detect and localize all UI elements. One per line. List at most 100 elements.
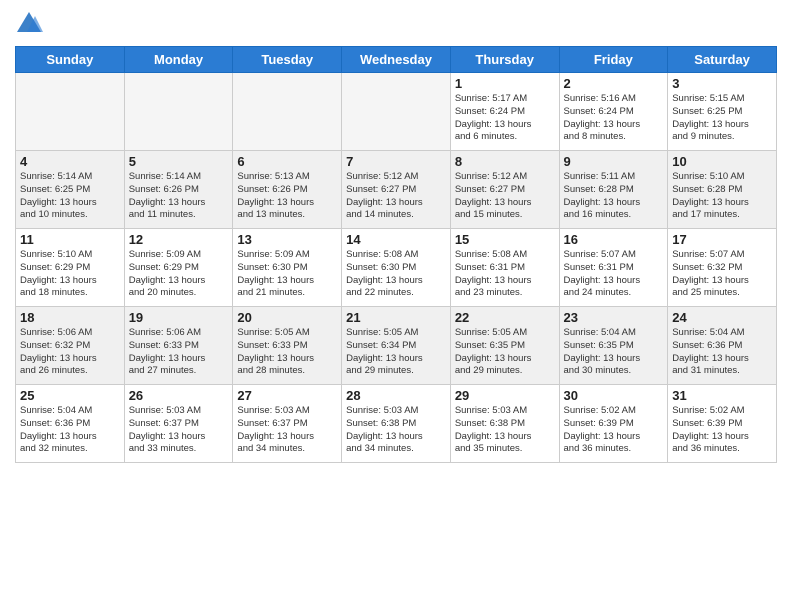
day-header-friday: Friday <box>559 47 668 73</box>
day-number: 7 <box>346 154 446 169</box>
day-header-thursday: Thursday <box>450 47 559 73</box>
cell-sun-info: Sunrise: 5:10 AM Sunset: 6:29 PM Dayligh… <box>20 249 120 300</box>
cal-cell-18: 18Sunrise: 5:06 AM Sunset: 6:32 PM Dayli… <box>16 307 125 385</box>
day-number: 3 <box>672 76 772 91</box>
cell-sun-info: Sunrise: 5:14 AM Sunset: 6:26 PM Dayligh… <box>129 171 229 222</box>
cal-cell-25: 25 Sunrise: 5:04 AM Sunset: 6:36 PM Dayli… <box>16 385 125 463</box>
cell-sun-info: Sunrise: 5:02 AM Sunset: 6:39 PM Dayligh… <box>672 405 772 456</box>
day-number: 10 <box>672 154 772 169</box>
week-row-4: 18Sunrise: 5:06 AM Sunset: 6:32 PM Dayli… <box>16 307 777 385</box>
cal-cell-3: 3 Sunrise: 5:15 AM Sunset: 6:25 PM Daylig… <box>668 73 777 151</box>
day-number: 25 <box>20 388 120 403</box>
day-header-sunday: Sunday <box>16 47 125 73</box>
cal-cell-4: 4 Sunrise: 5:14 AM Sunset: 6:25 PM Daylig… <box>16 151 125 229</box>
day-number: 13 <box>237 232 337 247</box>
cell-sun-info: Sunrise: 5:14 AM Sunset: 6:25 PM Dayligh… <box>20 171 120 222</box>
week-row-3: 11 Sunrise: 5:10 AM Sunset: 6:29 PM Dayli… <box>16 229 777 307</box>
cell-sun-info: Sunrise: 5:09 AM Sunset: 6:30 PM Dayligh… <box>237 249 337 300</box>
day-number: 6 <box>237 154 337 169</box>
calendar-table: SundayMondayTuesdayWednesdayThursdayFrid… <box>15 46 777 463</box>
cell-sun-info: Sunrise: 5:06 AM Sunset: 6:33 PM Dayligh… <box>129 327 229 378</box>
cal-cell-8: 8 Sunrise: 5:12 AM Sunset: 6:27 PM Daylig… <box>450 151 559 229</box>
cal-cell-10: 10 Sunrise: 5:10 AM Sunset: 6:28 PM Dayli… <box>668 151 777 229</box>
cal-cell-27: 27 Sunrise: 5:03 AM Sunset: 6:37 PM Dayli… <box>233 385 342 463</box>
day-number: 23 <box>564 310 664 325</box>
cell-sun-info: Sunrise: 5:03 AM Sunset: 6:37 PM Dayligh… <box>129 405 229 456</box>
logo <box>15 10 49 38</box>
cal-cell-5: 5 Sunrise: 5:14 AM Sunset: 6:26 PM Daylig… <box>124 151 233 229</box>
cal-cell-empty-2 <box>233 73 342 151</box>
cell-sun-info: Sunrise: 5:07 AM Sunset: 6:31 PM Dayligh… <box>564 249 664 300</box>
day-number: 11 <box>20 232 120 247</box>
cal-cell-15: 15Sunrise: 5:08 AM Sunset: 6:31 PM Dayli… <box>450 229 559 307</box>
cal-cell-30: 30 Sunrise: 5:02 AM Sunset: 6:39 PM Dayli… <box>559 385 668 463</box>
cell-sun-info: Sunrise: 5:03 AM Sunset: 6:38 PM Dayligh… <box>455 405 555 456</box>
day-number: 20 <box>237 310 337 325</box>
day-number: 24 <box>672 310 772 325</box>
week-row-5: 25 Sunrise: 5:04 AM Sunset: 6:36 PM Dayli… <box>16 385 777 463</box>
cell-sun-info: Sunrise: 5:15 AM Sunset: 6:25 PM Dayligh… <box>672 93 772 144</box>
cal-cell-31: 31 Sunrise: 5:02 AM Sunset: 6:39 PM Dayli… <box>668 385 777 463</box>
cell-sun-info: Sunrise: 5:07 AM Sunset: 6:32 PM Dayligh… <box>672 249 772 300</box>
day-number: 16 <box>564 232 664 247</box>
cell-sun-info: Sunrise: 5:03 AM Sunset: 6:38 PM Dayligh… <box>346 405 446 456</box>
cell-sun-info: Sunrise: 5:08 AM Sunset: 6:31 PM Dayligh… <box>455 249 555 300</box>
week-row-2: 4 Sunrise: 5:14 AM Sunset: 6:25 PM Daylig… <box>16 151 777 229</box>
cell-sun-info: Sunrise: 5:10 AM Sunset: 6:28 PM Dayligh… <box>672 171 772 222</box>
day-header-monday: Monday <box>124 47 233 73</box>
cal-cell-20: 20 Sunrise: 5:05 AM Sunset: 6:33 PM Dayli… <box>233 307 342 385</box>
day-number: 2 <box>564 76 664 91</box>
day-number: 22 <box>455 310 555 325</box>
page-header <box>15 10 777 38</box>
cal-cell-21: 21 Sunrise: 5:05 AM Sunset: 6:34 PM Dayli… <box>342 307 451 385</box>
day-number: 30 <box>564 388 664 403</box>
cal-cell-22: 22 Sunrise: 5:05 AM Sunset: 6:35 PM Dayli… <box>450 307 559 385</box>
cal-cell-12: 12Sunrise: 5:09 AM Sunset: 6:29 PM Dayli… <box>124 229 233 307</box>
cal-cell-7: 7Sunrise: 5:12 AM Sunset: 6:27 PM Daylig… <box>342 151 451 229</box>
cell-sun-info: Sunrise: 5:05 AM Sunset: 6:34 PM Dayligh… <box>346 327 446 378</box>
day-number: 8 <box>455 154 555 169</box>
day-number: 31 <box>672 388 772 403</box>
cell-sun-info: Sunrise: 5:04 AM Sunset: 6:36 PM Dayligh… <box>20 405 120 456</box>
cell-sun-info: Sunrise: 5:03 AM Sunset: 6:37 PM Dayligh… <box>237 405 337 456</box>
day-number: 28 <box>346 388 446 403</box>
day-number: 18 <box>20 310 120 325</box>
cell-sun-info: Sunrise: 5:17 AM Sunset: 6:24 PM Dayligh… <box>455 93 555 144</box>
cal-cell-1: 1 Sunrise: 5:17 AM Sunset: 6:24 PM Daylig… <box>450 73 559 151</box>
cal-cell-19: 19 Sunrise: 5:06 AM Sunset: 6:33 PM Dayli… <box>124 307 233 385</box>
cal-cell-26: 26 Sunrise: 5:03 AM Sunset: 6:37 PM Dayli… <box>124 385 233 463</box>
cell-sun-info: Sunrise: 5:05 AM Sunset: 6:35 PM Dayligh… <box>455 327 555 378</box>
cal-cell-2: 2 Sunrise: 5:16 AM Sunset: 6:24 PM Daylig… <box>559 73 668 151</box>
day-header-row: SundayMondayTuesdayWednesdayThursdayFrid… <box>16 47 777 73</box>
day-number: 27 <box>237 388 337 403</box>
day-number: 19 <box>129 310 229 325</box>
cell-sun-info: Sunrise: 5:04 AM Sunset: 6:35 PM Dayligh… <box>564 327 664 378</box>
cell-sun-info: Sunrise: 5:08 AM Sunset: 6:30 PM Dayligh… <box>346 249 446 300</box>
cal-cell-16: 16 Sunrise: 5:07 AM Sunset: 6:31 PM Dayli… <box>559 229 668 307</box>
day-number: 5 <box>129 154 229 169</box>
cal-cell-6: 6Sunrise: 5:13 AM Sunset: 6:26 PM Daylig… <box>233 151 342 229</box>
cell-sun-info: Sunrise: 5:04 AM Sunset: 6:36 PM Dayligh… <box>672 327 772 378</box>
day-number: 26 <box>129 388 229 403</box>
cell-sun-info: Sunrise: 5:05 AM Sunset: 6:33 PM Dayligh… <box>237 327 337 378</box>
cal-cell-24: 24 Sunrise: 5:04 AM Sunset: 6:36 PM Dayli… <box>668 307 777 385</box>
day-number: 1 <box>455 76 555 91</box>
cell-sun-info: Sunrise: 5:09 AM Sunset: 6:29 PM Dayligh… <box>129 249 229 300</box>
week-row-1: 1 Sunrise: 5:17 AM Sunset: 6:24 PM Daylig… <box>16 73 777 151</box>
cell-sun-info: Sunrise: 5:11 AM Sunset: 6:28 PM Dayligh… <box>564 171 664 222</box>
cell-sun-info: Sunrise: 5:12 AM Sunset: 6:27 PM Dayligh… <box>455 171 555 222</box>
logo-icon <box>15 10 43 38</box>
day-number: 21 <box>346 310 446 325</box>
cell-sun-info: Sunrise: 5:16 AM Sunset: 6:24 PM Dayligh… <box>564 93 664 144</box>
day-header-tuesday: Tuesday <box>233 47 342 73</box>
cal-cell-empty-1 <box>124 73 233 151</box>
cal-cell-empty-0 <box>16 73 125 151</box>
cal-cell-14: 14Sunrise: 5:08 AM Sunset: 6:30 PM Dayli… <box>342 229 451 307</box>
cal-cell-17: 17 Sunrise: 5:07 AM Sunset: 6:32 PM Dayli… <box>668 229 777 307</box>
page-container: SundayMondayTuesdayWednesdayThursdayFrid… <box>0 0 792 612</box>
cal-cell-9: 9 Sunrise: 5:11 AM Sunset: 6:28 PM Daylig… <box>559 151 668 229</box>
day-number: 9 <box>564 154 664 169</box>
day-number: 17 <box>672 232 772 247</box>
cell-sun-info: Sunrise: 5:02 AM Sunset: 6:39 PM Dayligh… <box>564 405 664 456</box>
day-number: 4 <box>20 154 120 169</box>
